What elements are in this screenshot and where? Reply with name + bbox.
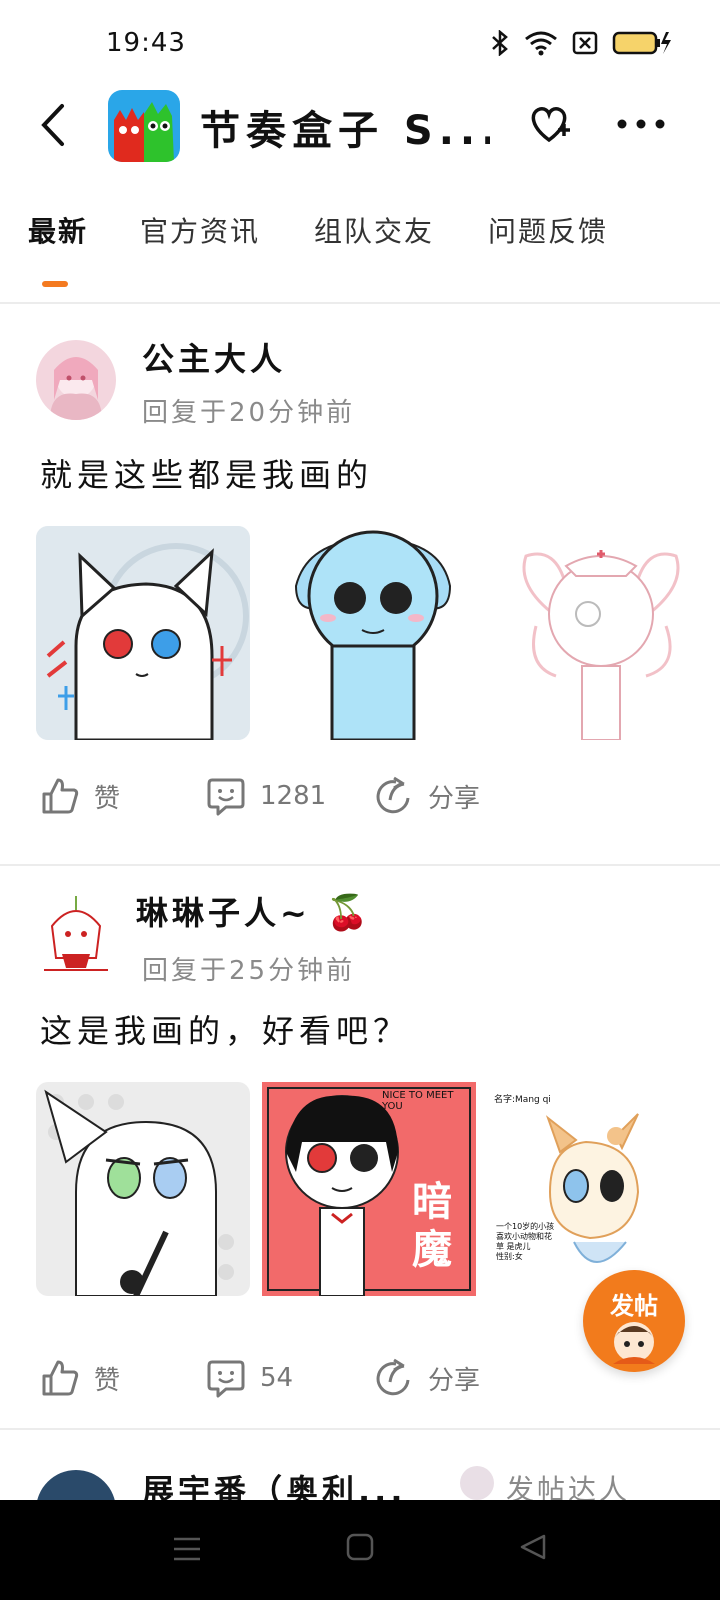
badge-label: 发帖达人 [506,1473,631,1500]
comment-count: 54 [260,1363,294,1393]
avatar[interactable] [36,896,116,976]
like-button[interactable]: 赞 [40,776,120,816]
post-time: 回复于20分钟前 [142,398,356,428]
battery-icon [612,31,671,55]
post-image[interactable] [496,526,710,740]
comment-button[interactable]: 54 [206,1358,293,1398]
comment-button[interactable]: 1281 [206,776,326,816]
share-button[interactable]: 分享 [374,1358,480,1398]
share-button[interactable]: 分享 [374,776,480,816]
status-time: 19:43 [106,28,186,58]
comment-icon [207,778,245,816]
badge-avatar [460,1466,494,1500]
image-caption: 名字:Mang qi [494,1095,551,1105]
post-text[interactable]: 就是这些都是我画的 [40,450,373,496]
home-icon[interactable] [345,1532,375,1562]
share-icon [376,776,410,814]
image-caption: 暗魔 [412,1179,452,1273]
image-caption: NICE TO MEET YOU [382,1090,454,1112]
tab-official-news[interactable]: 官方资讯 [140,210,260,250]
system-nav-bar [0,1500,720,1600]
avatar[interactable] [36,1470,116,1500]
post-image[interactable] [36,1082,250,1296]
wifi-icon [525,31,557,56]
like-button[interactable]: 赞 [40,1358,120,1398]
nav-back-icon[interactable] [518,1532,548,1562]
thumbs-up-icon [42,778,79,814]
tab-feedback[interactable]: 问题反馈 [488,210,608,250]
post-text[interactable]: 这是我画的，好看吧？ [40,1006,410,1052]
post-time: 回复于25分钟前 [142,956,356,986]
post-image[interactable]: 名字:Mang qi 一个10岁的小孩 喜欢小动物和花 草 是虎儿 性别:女 [490,1082,704,1296]
share-label: 分享 [428,1365,481,1396]
recent-apps-icon[interactable] [172,1534,202,1564]
share-label: 分享 [428,783,481,814]
thumbs-up-icon [42,1360,79,1396]
status-icons [490,30,672,56]
tab-bar: 最新 官方资讯 组队交友 问题反馈 [0,210,720,290]
post-image[interactable]: NICE TO MEET YOU 暗魔 [262,1082,476,1296]
like-label: 赞 [94,1365,121,1396]
mascot-icon [613,1322,655,1364]
sim-off-icon [572,31,598,55]
bluetooth-icon [492,30,508,56]
username[interactable]: 公主大人 [142,334,286,380]
back-icon[interactable] [36,100,70,150]
comment-count: 1281 [260,781,327,811]
tab-indicator [42,281,68,287]
avatar[interactable] [36,340,116,420]
post-card[interactable]: 公主大人 回复于20分钟前 就是这些都是我画的 赞 1281 分享 [0,304,720,864]
username[interactable]: 展宇番（奥利... [142,1466,406,1500]
app-icon[interactable] [108,90,180,162]
tab-team-friends[interactable]: 组队交友 [314,210,434,250]
comment-icon [207,1360,245,1398]
follow-heart-icon[interactable] [526,100,572,146]
post-card[interactable]: 展宇番（奥利... 发帖达人 [0,1430,720,1500]
more-icon[interactable] [616,112,666,136]
image-caption-lines: 一个10岁的小孩 喜欢小动物和花 草 是虎儿 性别:女 [496,1222,555,1261]
create-post-button[interactable]: 发帖 [583,1270,685,1372]
like-label: 赞 [94,783,121,814]
page-title: 节奏盒子 S... [200,108,490,154]
share-icon [376,1358,410,1396]
post-image[interactable] [36,526,250,740]
post-image[interactable] [266,526,480,740]
username[interactable]: 琳琳子人~ 🍒 [136,888,372,934]
cherry-emoji: 🍒 [325,893,373,933]
tab-latest[interactable]: 最新 [28,210,88,250]
